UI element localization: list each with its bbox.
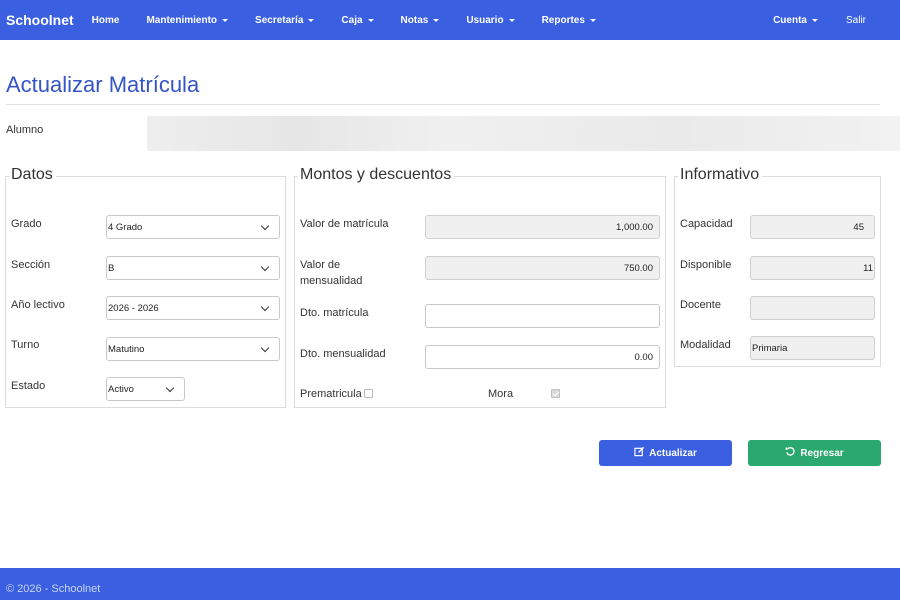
dto-matricula-field[interactable]	[425, 304, 660, 328]
caret-down-icon	[508, 18, 515, 22]
nav-usuario[interactable]: Usuario	[466, 14, 515, 26]
valor-matricula-label: Valor de matrícula	[300, 218, 389, 230]
estado-value: Activo	[108, 383, 134, 395]
informativo-legend: Informativo	[678, 166, 763, 184]
valor-mensualidad-field[interactable]: 750.00	[425, 256, 660, 280]
anio-value: 2026 - 2026	[108, 302, 159, 314]
turno-select[interactable]: Matutino	[106, 337, 280, 361]
montos-legend: Montos y descuentos	[298, 166, 455, 184]
estado-label: Estado	[11, 380, 46, 392]
seccion-value: B	[108, 262, 115, 274]
turno-label: Turno	[11, 339, 40, 351]
seccion-select[interactable]: B	[106, 256, 280, 280]
grado-value: 4 Grado	[108, 221, 143, 233]
nav-salir[interactable]: Salir	[846, 15, 866, 26]
chevron-down-icon	[260, 343, 270, 353]
anio-select[interactable]: 2026 - 2026	[106, 296, 280, 320]
montos-fieldset: Montos y descuentos	[294, 166, 666, 408]
docente-field[interactable]	[750, 296, 875, 320]
valor-mensualidad-label: Valor de mensualidad	[300, 259, 363, 287]
nav-reportes-label: Reportes	[541, 14, 585, 26]
dto-mensualidad-label: Dto. mensualidad	[300, 348, 386, 360]
nav-caja[interactable]: Caja	[341, 14, 374, 26]
nav-home-label: Home	[91, 14, 120, 26]
actualizar-label: Actualizar	[649, 447, 697, 459]
caret-down-icon	[308, 18, 315, 22]
edit-icon	[634, 446, 645, 460]
seccion-label: Sección	[11, 259, 51, 271]
docente-label: Docente	[680, 299, 721, 311]
nav-secretaria-label: Secretaría	[255, 14, 304, 26]
dto-matricula-label: Dto. matrícula	[300, 307, 369, 319]
mora-checkbox[interactable]	[551, 389, 560, 398]
nav-cuenta-label: Cuenta	[773, 14, 807, 26]
mora-label: Mora	[488, 388, 514, 400]
datos-legend: Datos	[9, 166, 56, 184]
nav-right: Cuenta Salir	[773, 0, 900, 40]
chevron-down-icon	[260, 302, 270, 312]
capacidad-field[interactable]: 45	[750, 215, 875, 239]
disponible-label: Disponible	[680, 259, 732, 271]
modalidad-label: Modalidad	[680, 339, 731, 351]
nav-secretaria[interactable]: Secretaría	[255, 14, 315, 26]
grado-label: Grado	[11, 218, 42, 230]
nav-cuenta[interactable]: Cuenta	[773, 15, 818, 26]
caret-down-icon	[367, 18, 374, 22]
footer-text: © 2026 - Schoolnet	[6, 583, 101, 595]
nav-caja-label: Caja	[341, 14, 363, 26]
page-title: Actualizar Matrícula	[6, 72, 200, 97]
turno-value: Matutino	[108, 343, 145, 355]
nav-notas[interactable]: Notas	[401, 15, 440, 26]
regresar-label: Regresar	[800, 447, 844, 459]
undo-icon	[785, 446, 796, 460]
modalidad-field[interactable]: Primaria	[750, 336, 875, 360]
alumno-label: Alumno	[6, 124, 44, 136]
valor-matricula-field[interactable]: 1,000.00	[425, 215, 660, 239]
disponible-field[interactable]: 11	[750, 256, 875, 280]
nav-reportes[interactable]: Reportes	[542, 15, 596, 26]
brand-logo[interactable]: Schoolnet	[6, 12, 74, 28]
grado-select[interactable]: 4 Grado	[106, 215, 280, 239]
datos-fieldset: Datos	[5, 166, 286, 408]
regresar-button[interactable]: Regresar	[748, 440, 881, 466]
alumno-field	[147, 116, 900, 151]
nav-home[interactable]: Home	[92, 15, 120, 26]
caret-down-icon	[433, 18, 440, 22]
actualizar-button[interactable]: Actualizar	[599, 440, 732, 466]
prematricula-label: Prematricula	[300, 388, 362, 400]
anio-label: Año lectivo	[11, 299, 65, 311]
nav-notas-label: Notas	[400, 14, 429, 26]
top-navbar: Schoolnet Home Mantenimiento Secretaría …	[0, 0, 900, 40]
chevron-down-icon	[260, 221, 270, 231]
caret-down-icon	[589, 18, 596, 22]
nav-usuario-label: Usuario	[466, 14, 504, 26]
caret-down-icon	[222, 18, 229, 22]
nav-mantenimiento-label: Mantenimiento	[146, 14, 218, 26]
caret-down-icon	[811, 18, 818, 22]
estado-select[interactable]: Activo	[106, 377, 185, 401]
capacidad-label: Capacidad	[680, 218, 733, 230]
prematricula-checkbox[interactable]	[364, 389, 373, 398]
nav-mantenimiento[interactable]: Mantenimiento	[146, 14, 229, 26]
dto-mensualidad-field[interactable]: 0.00	[425, 345, 660, 369]
title-divider	[6, 104, 880, 105]
chevron-down-icon	[260, 262, 270, 272]
chevron-down-icon	[165, 383, 175, 393]
footer: © 2026 - Schoolnet	[0, 568, 900, 600]
